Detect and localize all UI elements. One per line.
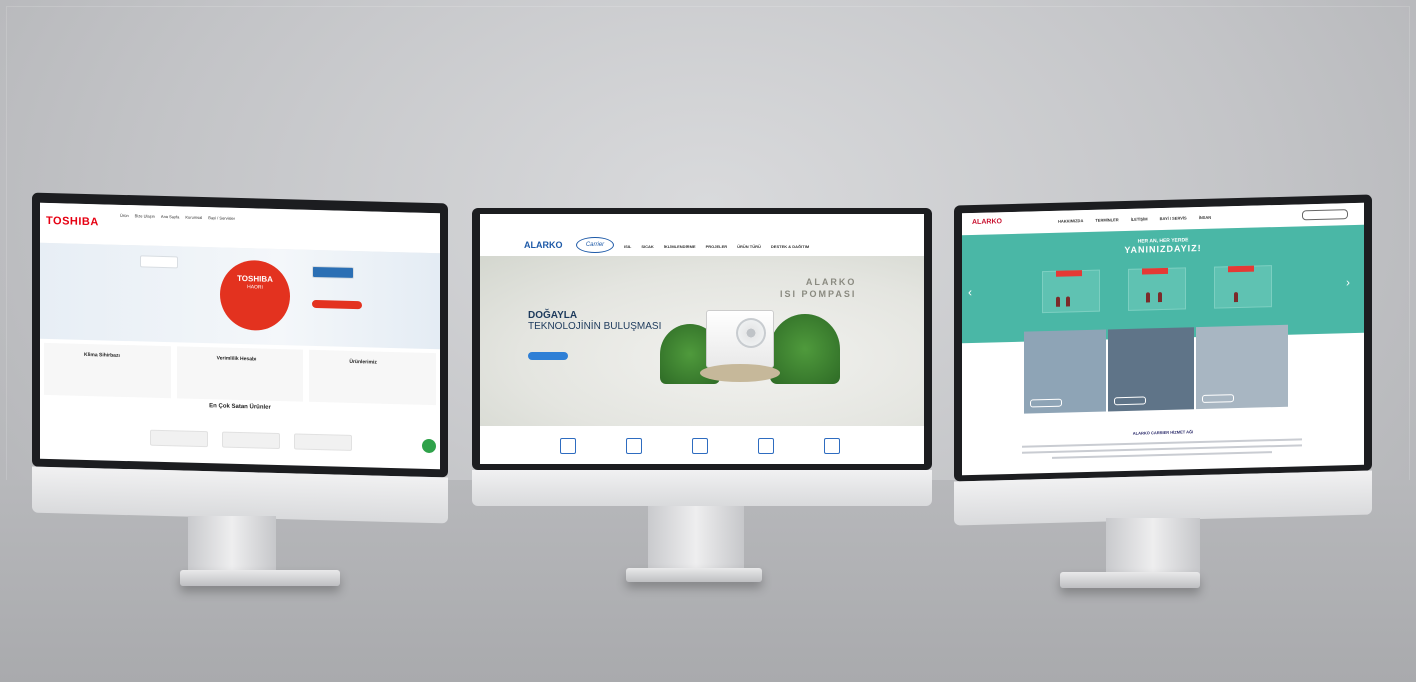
hero-product-title: ALARKO ISI POMPASI: [780, 276, 856, 300]
info-box-button[interactable]: [1114, 396, 1146, 406]
monitor-screen: TOSHIBA Ürün Bize Ulaşın Ana Sayfa Kurum…: [40, 202, 440, 470]
site-header: ALARKO Carrier ISIL SICAK İKLİMLENDİRME …: [480, 224, 924, 256]
hero-title-line2: TEKNOLOJİNİN BULUŞMASI: [528, 321, 662, 332]
main-nav: HAKKIMIZDA TERMİNLER İLETİŞİM BAYİ / SER…: [1058, 215, 1211, 224]
panel-tag: [1056, 270, 1082, 277]
product-thumb[interactable]: [150, 429, 208, 448]
category-icon[interactable]: [560, 438, 576, 454]
hero-title: DOĞAYLA TEKNOLOJİNİN BULUŞMASI: [528, 310, 661, 332]
person-figure: [1066, 296, 1070, 307]
monitor-stand-base: [180, 570, 340, 586]
person-figure: [1056, 296, 1060, 307]
brand-logo[interactable]: ALARKO: [972, 218, 1002, 226]
info-box: [1108, 327, 1194, 412]
whatsapp-icon[interactable]: [422, 438, 436, 454]
category-icon[interactable]: [758, 438, 774, 454]
hero-badge: TOSHIBA HAORI: [220, 259, 290, 332]
nav-item[interactable]: SICAK: [641, 244, 653, 249]
brand-logo[interactable]: TOSHIBA: [46, 215, 99, 228]
feature-card-title: Verimlilik Hesabı: [216, 355, 257, 363]
category-icon[interactable]: [626, 438, 642, 454]
monitor-stand-neck: [648, 506, 744, 570]
chevron-right-icon[interactable]: ›: [1346, 275, 1350, 289]
monitor-stand-base: [1060, 572, 1200, 588]
nav-item[interactable]: Ana Sayfa: [161, 214, 179, 219]
feature-card-title: Ürünlerimiz: [349, 358, 377, 366]
hero-product-line1: ALARKO: [805, 277, 857, 287]
pedestal-image: [700, 364, 780, 382]
nav-item[interactable]: İLETİŞİM: [1131, 216, 1148, 221]
feature-card[interactable]: Verimlilik Hesabı: [176, 346, 304, 402]
section-title: ALARKO CARRIER HİZMET AĞI: [1132, 429, 1194, 436]
chevron-left-icon[interactable]: ‹: [968, 285, 972, 299]
plant-image: [770, 314, 840, 384]
monitor-stand-base: [626, 568, 762, 582]
panel-tag: [1228, 265, 1254, 273]
monitor-chin: [472, 470, 932, 506]
monitor-stand-neck: [1106, 518, 1200, 576]
fan-icon: [736, 318, 766, 348]
nav-item[interactable]: TERMİNLER: [1095, 217, 1118, 223]
hero-product-line2: ISI POMPASI: [780, 289, 857, 299]
hero-badge-title: TOSHIBA: [237, 273, 273, 284]
feature-card[interactable]: Klima Sihirbazı: [44, 342, 171, 399]
category-icon[interactable]: [692, 438, 708, 454]
partner-logo: Carrier: [576, 237, 614, 253]
nav-item[interactable]: ÜRÜN TÜRÜ: [737, 244, 761, 249]
monitor-stand-neck: [188, 516, 276, 574]
person-figure: [1158, 292, 1162, 303]
nav-item[interactable]: BAYİ / SERVİS: [1160, 215, 1187, 221]
panel-tag: [1142, 267, 1168, 275]
nav-item[interactable]: Kurumsal: [185, 215, 202, 220]
brand-logo[interactable]: ALARKO: [524, 240, 563, 250]
feature-card-title: Klima Sihirbazı: [84, 351, 120, 359]
nav-item[interactable]: Ürün: [120, 213, 129, 218]
hero-title-line1: DOĞAYLA: [528, 310, 578, 321]
info-box-button[interactable]: [1202, 394, 1234, 403]
info-box-button[interactable]: [1030, 398, 1062, 408]
main-nav: Ürün Bize Ulaşın Ana Sayfa Kurumsal Bayi…: [120, 213, 235, 221]
ac-unit-image: [312, 265, 354, 279]
nav-item[interactable]: DESTEK & DAĞITIM: [771, 244, 809, 249]
info-box: [1196, 324, 1288, 410]
person-figure: [1234, 292, 1238, 303]
nav-item[interactable]: İKLİMLENDİRME: [664, 244, 696, 249]
hero-badge-sub: HAORI: [247, 284, 263, 291]
product-thumb[interactable]: [222, 431, 280, 450]
nav-item[interactable]: HAKKIMIZDA: [1058, 218, 1083, 224]
monitor-screen: ALARKO Carrier ISIL SICAK İKLİMLENDİRME …: [480, 214, 924, 464]
info-box: [1024, 329, 1106, 414]
feature-cards: Klima Sihirbazı Verimlilik Hesabı Ürünle…: [44, 342, 437, 406]
hero-cta-button[interactable]: [312, 299, 362, 310]
nav-item[interactable]: ISIL: [624, 244, 631, 249]
monitor-screen: ALARKO HAKKIMIZDA TERMİNLER İLETİŞİM BAY…: [962, 202, 1364, 476]
hero-cta-button[interactable]: [528, 352, 568, 360]
category-icon[interactable]: [824, 438, 840, 454]
nav-item[interactable]: Bayi / Servisler: [208, 215, 235, 221]
nav-item[interactable]: Bize Ulaşın: [135, 213, 155, 219]
product-thumb[interactable]: [294, 433, 352, 451]
main-nav: ISIL SICAK İKLİMLENDİRME PROJELER ÜRÜN T…: [624, 244, 809, 249]
nav-item[interactable]: PROJELER: [706, 244, 728, 249]
text-line: [1052, 451, 1272, 459]
feature-card[interactable]: Ürünlerimiz: [309, 349, 437, 406]
ac-unit-image: [140, 255, 178, 269]
header-button[interactable]: [1302, 209, 1348, 221]
nav-item[interactable]: İNSAN: [1199, 215, 1211, 220]
person-figure: [1146, 292, 1150, 303]
